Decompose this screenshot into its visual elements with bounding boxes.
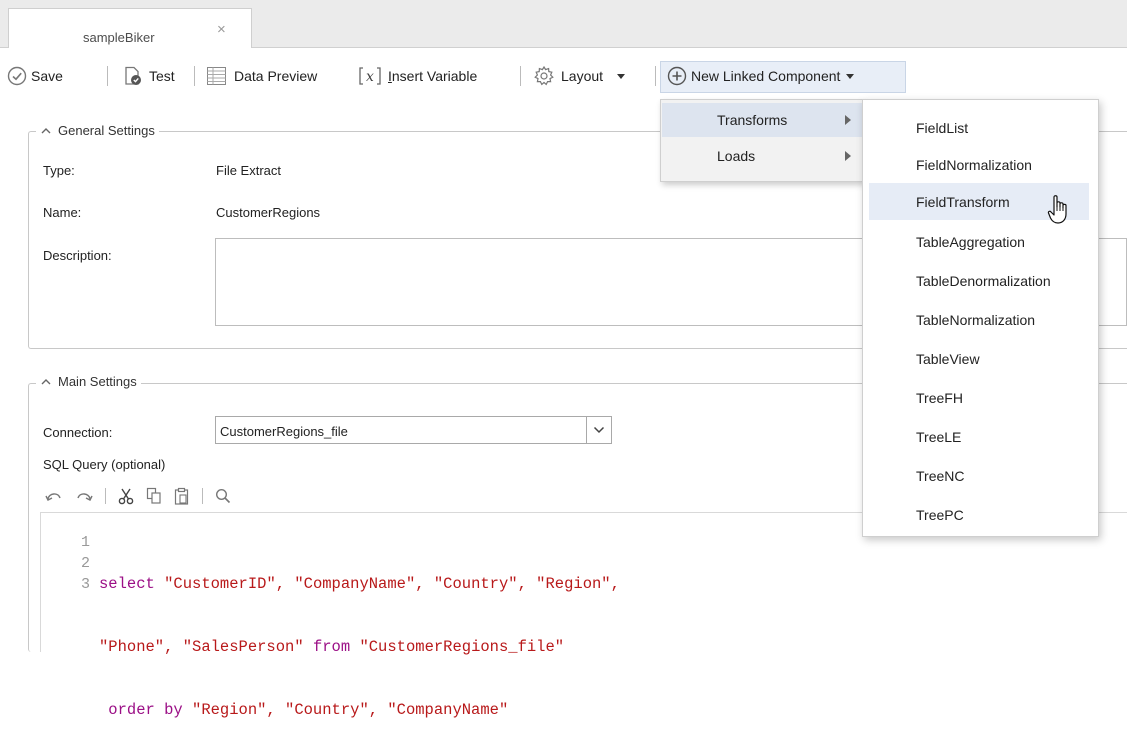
insert-variable-button[interactable]: x Insert Variable — [358, 65, 477, 87]
menu-item-label: Loads — [717, 148, 756, 164]
connection-dropdown-button[interactable] — [586, 416, 612, 444]
submenu-item-label: TableView — [916, 351, 980, 367]
variable-x-icon: x — [359, 67, 381, 85]
submenu-item-treepc[interactable]: TreePC — [864, 494, 1097, 533]
submenu-item-fieldnormalization[interactable]: FieldNormalization — [864, 143, 1097, 182]
submenu-item-label: TableNormalization — [916, 312, 1036, 328]
line-number: 2 — [80, 555, 90, 572]
submenu-item-treefh[interactable]: TreeFH — [864, 377, 1097, 416]
submenu-item-tableaggregation[interactable]: TableAggregation — [864, 221, 1097, 260]
submenu-item-fieldlist[interactable]: FieldList — [864, 104, 1097, 143]
test-button[interactable]: Test — [123, 65, 175, 87]
general-settings-title: General Settings — [58, 123, 155, 138]
submenu-item-label: TreeFH — [916, 390, 963, 406]
submenu-item-label: TableAggregation — [916, 234, 1025, 250]
submenu-item-tableview[interactable]: TableView — [864, 338, 1097, 377]
submenu-arrow-icon — [845, 115, 851, 125]
hand-pointer-cursor-icon — [1047, 195, 1067, 224]
sql-query-label: SQL Query (optional) — [43, 457, 166, 472]
save-label: Save — [31, 68, 63, 84]
code-line-3: order by "Region", "Country", "CompanyNa… — [99, 700, 620, 721]
submenu-item-tablenormalization[interactable]: TableNormalization — [864, 299, 1097, 338]
undo-icon[interactable] — [45, 488, 63, 504]
tab-close-icon[interactable]: × — [217, 22, 226, 37]
new-linked-component-label: New Linked Component — [691, 68, 841, 84]
data-preview-button[interactable]: Data Preview — [206, 65, 317, 87]
name-label: Name: — [43, 205, 82, 220]
code-token: select — [99, 575, 165, 593]
menu-item-transforms[interactable]: Transforms — [662, 103, 862, 137]
description-label: Description: — [43, 248, 112, 263]
save-check-icon — [7, 66, 27, 86]
code-token: from — [312, 638, 360, 656]
main-settings-legend[interactable]: Main Settings — [36, 374, 141, 389]
submenu-item-label: TreePC — [916, 507, 964, 523]
code-line-1: select "CustomerID", "CompanyName", "Cou… — [99, 574, 620, 595]
general-settings-legend[interactable]: General Settings — [36, 123, 159, 138]
toolbar-separator — [655, 66, 656, 86]
save-button[interactable]: Save — [7, 65, 63, 87]
layout-dropdown-caret-icon — [617, 73, 626, 79]
toolbar-separator — [194, 66, 195, 86]
redo-icon[interactable] — [75, 488, 93, 504]
code-token: order by — [99, 701, 193, 719]
connection-label: Connection: — [43, 425, 113, 440]
paste-clipboard-icon[interactable] — [174, 487, 190, 505]
test-label: Test — [149, 68, 175, 84]
line-number-gutter: 1 2 3 — [70, 532, 90, 595]
submenu-item-label: FieldNormalization — [916, 157, 1032, 173]
layout-button[interactable]: Layout — [533, 65, 626, 87]
tab-title: sampleBiker — [83, 30, 155, 45]
plus-circle-icon — [667, 66, 687, 86]
new-linked-dropdown-caret-icon — [846, 73, 855, 79]
code-token: "CustomerRegions_file" — [359, 638, 565, 656]
type-label: Type: — [43, 163, 75, 178]
cut-scissors-icon[interactable] — [118, 487, 134, 505]
editor-toolbar — [45, 485, 231, 507]
code-token: "CustomerID", "CompanyName", "Country", … — [164, 575, 620, 593]
search-icon[interactable] — [215, 488, 231, 504]
test-document-icon — [125, 66, 141, 85]
submenu-item-label: FieldTransform — [916, 194, 1010, 210]
connection-value: CustomerRegions_file — [220, 424, 348, 439]
submenu-item-tabledenormalization[interactable]: TableDenormalization — [864, 260, 1097, 299]
submenu-item-label: TreeNC — [916, 468, 965, 484]
line-number: 3 — [80, 576, 90, 593]
submenu-item-label: FieldList — [916, 120, 969, 136]
gear-icon — [534, 65, 554, 86]
submenu-arrow-icon — [845, 151, 851, 161]
menu-item-loads[interactable]: Loads — [662, 140, 862, 174]
chevron-down-icon — [593, 426, 605, 434]
submenu-item-label: TreeLE — [916, 429, 962, 445]
main-settings-title: Main Settings — [58, 374, 137, 389]
insert-variable-label: nsert Variable — [391, 68, 478, 84]
data-table-icon — [207, 67, 226, 85]
submenu-item-treenc[interactable]: TreeNC — [864, 455, 1097, 494]
code-token: "Region", "Country", "CompanyName" — [192, 701, 509, 719]
new-linked-component-menu: Transforms Loads — [660, 99, 864, 182]
editor-toolbar-separator — [105, 488, 106, 504]
toolbar-separator — [520, 66, 521, 86]
sql-code: select "CustomerID", "CompanyName", "Cou… — [99, 532, 620, 742]
code-token: "Phone", "SalesPerson" — [99, 638, 313, 656]
data-preview-label: Data Preview — [234, 68, 318, 84]
svg-text:x: x — [366, 69, 374, 85]
type-value: File Extract — [216, 163, 282, 178]
editor-toolbar-separator — [202, 488, 203, 504]
name-value: CustomerRegions — [216, 205, 321, 220]
toolbar-separator — [107, 66, 108, 86]
code-line-2: "Phone", "SalesPerson" from "CustomerReg… — [99, 637, 620, 658]
copy-icon[interactable] — [146, 487, 162, 505]
transforms-submenu: FieldList FieldNormalization FieldTransf… — [862, 99, 1099, 537]
layout-label: Layout — [561, 68, 604, 84]
submenu-item-treele[interactable]: TreeLE — [864, 416, 1097, 455]
new-linked-component-button[interactable]: New Linked Component — [667, 65, 855, 87]
line-number: 1 — [80, 534, 90, 551]
submenu-item-label: TableDenormalization — [916, 273, 1051, 289]
collapse-chevron-up-icon — [41, 127, 51, 133]
menu-item-label: Transforms — [717, 112, 788, 128]
collapse-chevron-up-icon — [41, 378, 51, 384]
